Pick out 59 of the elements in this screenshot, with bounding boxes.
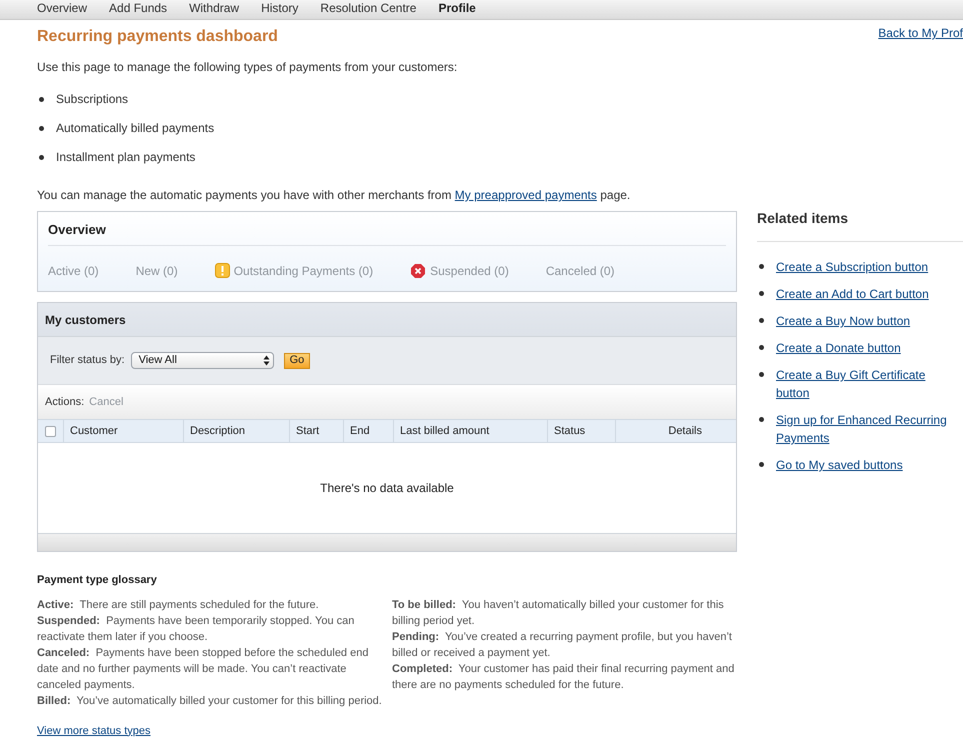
related-link[interactable]: Create a Buy Now button xyxy=(776,312,960,330)
bullet-icon xyxy=(39,154,44,160)
column-header[interactable]: Customer xyxy=(70,422,118,440)
related-link[interactable]: Create an Add to Cart button xyxy=(776,285,960,303)
glossary-entry: Canceled: Payments have been stopped before the scheduled end date and no further payments will be made. You can’t reactivate canceled payments. xyxy=(37,646,370,692)
customers-title: My customers xyxy=(38,303,736,337)
bullet-icon xyxy=(759,264,764,269)
page-title: Recurring payments dashboard xyxy=(37,27,279,47)
related-link[interactable]: Sign up for Enhanced Recurring Payments xyxy=(776,411,960,447)
glossary-entry: Active: There are still payments scheduled for the future. xyxy=(37,598,320,612)
bullet-icon xyxy=(759,291,764,296)
bullet-icon xyxy=(39,96,44,102)
payment-type: Automatically billed payments xyxy=(56,120,214,137)
select-all-checkbox[interactable] xyxy=(45,426,56,436)
related-link[interactable]: Create a Buy Gift Certificate button xyxy=(776,366,960,402)
column-header[interactable]: End xyxy=(350,422,370,440)
bullet-icon xyxy=(759,345,764,350)
go-button[interactable]: Go xyxy=(284,352,310,368)
back-link[interactable]: Back to My Prof xyxy=(878,24,963,42)
dropdown-arrows-icon xyxy=(262,355,270,366)
payment-type: Installment plan payments xyxy=(56,149,196,166)
manage-text: You can manage the automatic payments you have with other merchants from My preapproved payments page. xyxy=(37,187,632,204)
related-link[interactable]: Create a Subscription button xyxy=(776,258,960,276)
glossary-entry: Pending: You’ve created a recurring payment profile, but you haven’t billed or received a payment yet. xyxy=(392,630,733,660)
more-status-link[interactable]: View more status types xyxy=(37,722,151,739)
overview-title: Overview xyxy=(48,220,726,246)
nav-tab[interactable]: Overview xyxy=(37,0,88,17)
empty-message: There's no data available xyxy=(320,480,454,497)
column-header[interactable]: Start xyxy=(296,422,320,440)
glossary-entry: Completed: Your customer has paid their final recurring payment and there are no payments scheduled for the future. xyxy=(392,662,736,692)
glossary-entry: Suspended: Payments have been temporarily stopped. You can reactivate them later if you choose. xyxy=(37,614,356,644)
intro-text: Use this page to manage the following types of payments from your customers: xyxy=(37,59,458,76)
bullet-icon xyxy=(39,126,44,130)
nav-tab[interactable]: Resolution Centre xyxy=(320,0,416,17)
bullet-icon xyxy=(759,417,764,422)
filter-label: Filter status by: xyxy=(50,353,125,368)
column-header[interactable]: Details xyxy=(668,422,702,440)
nav-tab[interactable]: Add Funds xyxy=(109,0,168,17)
related-title: Related items xyxy=(757,208,963,242)
bullet-icon xyxy=(759,372,764,377)
column-header[interactable]: Status xyxy=(554,422,586,440)
glossary-entry: Billed: You’ve automatically billed your customer for this billing period. xyxy=(37,694,382,708)
related-link[interactable]: Create a Donate button xyxy=(776,339,960,357)
nav-tab[interactable]: History xyxy=(261,0,298,17)
warning-icon xyxy=(214,263,230,278)
glossary-title: Payment type glossary xyxy=(37,573,158,588)
status-dropdown[interactable]: View All xyxy=(130,352,274,369)
payment-type: Subscriptions xyxy=(56,91,128,108)
column-header[interactable]: Description xyxy=(190,422,246,440)
glossary-entry: To be billed: You haven’t automatically billed your customer for this billing period yet. xyxy=(392,598,725,628)
column-header[interactable]: Last billed amount xyxy=(400,422,490,440)
actions-label: Actions: xyxy=(45,394,84,410)
bullet-icon xyxy=(759,462,764,467)
error-icon xyxy=(410,262,426,278)
preapproved-link[interactable]: My preapproved payments xyxy=(454,188,597,202)
nav-tab[interactable]: Withdraw xyxy=(189,0,240,17)
bullet-icon xyxy=(759,318,764,323)
nav-tab[interactable]: Profile xyxy=(438,0,476,17)
related-link[interactable]: Go to My saved buttons xyxy=(776,456,960,474)
